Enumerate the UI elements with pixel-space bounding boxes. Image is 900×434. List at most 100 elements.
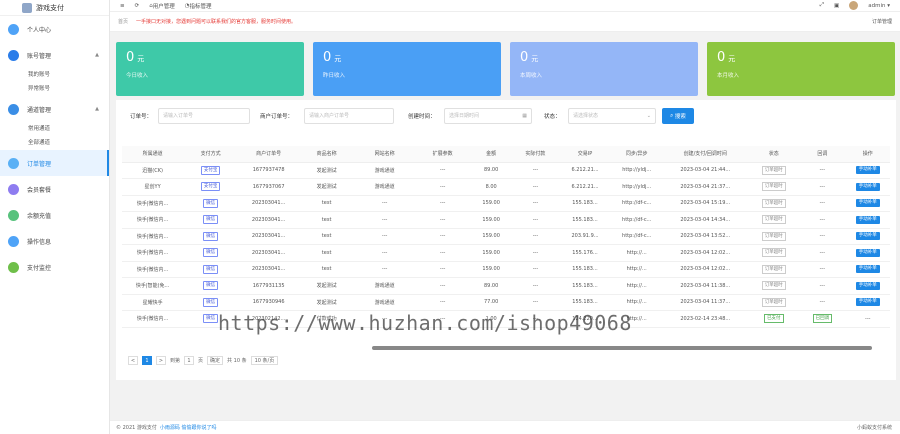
- table-cell: ---: [415, 294, 471, 311]
- cell-text: http://yldj...: [622, 167, 652, 174]
- status-select[interactable]: 请选择状态 ⌄: [568, 108, 656, 124]
- manual-fill-button[interactable]: 手动补单: [855, 232, 880, 241]
- tab-metric-manage[interactable]: ◔ 指标管理: [185, 2, 212, 10]
- sidebar-item-7[interactable]: 支付监控: [0, 254, 109, 280]
- manual-fill-button[interactable]: 手动补单: [855, 298, 880, 307]
- sidebar-item-6[interactable]: 操作信息: [0, 228, 109, 254]
- app-name: 游戏支付: [36, 3, 64, 12]
- table-cell: ---: [799, 294, 846, 311]
- pay-method-tag: 微信: [203, 264, 219, 274]
- table-cell: 订单超时: [748, 195, 800, 212]
- cell-text: http://df-c...: [622, 233, 652, 240]
- table-row: 快手|智能(免... 微信 1677931135 发起测试 游戏通道 --- 89.00 --…: [122, 277, 890, 295]
- user-menu[interactable]: admin ▾: [868, 3, 890, 9]
- sidebar-item-5[interactable]: 余额充值: [0, 202, 109, 228]
- column-header: 网站名称: [354, 146, 416, 163]
- manual-fill-button[interactable]: 手动补单: [855, 248, 880, 257]
- cell-text: test: [321, 249, 332, 256]
- manual-fill-button[interactable]: 手动补单: [855, 166, 880, 175]
- manual-fill-button[interactable]: 手动补单: [855, 265, 880, 274]
- create-time-input[interactable]: 选择日期时间 ▦: [444, 108, 532, 124]
- table-cell: ---: [415, 211, 471, 229]
- table-cell: test: [299, 195, 355, 212]
- manual-fill-button[interactable]: 手动补单: [855, 199, 880, 208]
- cell-text: ---: [819, 282, 826, 289]
- table-cell: test: [299, 261, 355, 278]
- table-cell: 6.212.21...: [558, 162, 612, 179]
- cell-text: 1677937478: [252, 167, 285, 174]
- tab-user-manage[interactable]: ⌂ 用户管理: [149, 2, 175, 10]
- app-logo[interactable]: 游戏支付: [0, 0, 109, 16]
- table-cell: 微信: [183, 261, 239, 278]
- table-cell: ---: [354, 211, 416, 229]
- table-cell: ---: [799, 195, 846, 212]
- table-cell: 202303041...: [238, 261, 300, 278]
- nav-icon: [8, 103, 19, 115]
- table-cell: 微信: [183, 228, 239, 245]
- table-cell: 订单超时: [748, 294, 800, 311]
- sidebar-item-label: 账号管理: [27, 52, 52, 60]
- calendar-icon: ▦: [522, 113, 527, 119]
- table-cell: http://yldj...: [611, 162, 662, 179]
- cell-text: http://yldj...: [622, 183, 652, 190]
- table-cell: 2023-03-04 21:37...: [662, 178, 749, 196]
- total-count: 共 10 条: [227, 357, 247, 364]
- table-cell: 77.00: [470, 294, 513, 311]
- table-cell: http://...: [611, 277, 662, 295]
- status-badge: 订单超时: [761, 231, 786, 241]
- merchant-order-input[interactable]: 请输入商户订单号: [304, 108, 394, 124]
- column-header: 所属通道: [122, 146, 184, 163]
- goto-label: 到第: [170, 357, 181, 364]
- cell-text: ---: [819, 249, 826, 256]
- sidebar-subitem[interactable]: 全部通道: [0, 136, 109, 150]
- footer-link[interactable]: 小雨源码 偷偷跟你说了吗: [160, 424, 217, 431]
- manual-fill-button[interactable]: 手动补单: [855, 182, 880, 191]
- menu-toggle-icon[interactable]: ≡: [120, 3, 125, 9]
- cell-text: 89.00: [483, 167, 499, 174]
- table-cell: 迅猫(CK): [122, 162, 184, 179]
- table-cell: ---: [799, 277, 846, 295]
- search-button[interactable]: ⌕ 搜索: [662, 108, 694, 124]
- prev-page-button[interactable]: <: [128, 355, 138, 365]
- table-cell: 游戏通道: [354, 162, 416, 179]
- table-cell: 155.183...: [558, 211, 612, 229]
- goto-page-input[interactable]: 1: [184, 355, 195, 365]
- table-cell: 2023-03-04 14:34...: [662, 211, 749, 229]
- goto-confirm-button[interactable]: 确定: [207, 355, 224, 365]
- sidebar-subitem[interactable]: 我的账号: [0, 68, 109, 82]
- table-cell: http://...: [611, 261, 662, 278]
- sidebar-item-3[interactable]: 订单管理: [0, 150, 109, 176]
- sidebar-subitem[interactable]: 常用通道: [0, 122, 109, 136]
- next-page-button[interactable]: >: [156, 355, 166, 365]
- cell-text: 155.183...: [572, 282, 598, 289]
- sidebar-item-0[interactable]: 个人中心: [0, 16, 109, 42]
- table-cell: ---: [415, 244, 471, 262]
- cell-text: 快手|智能(免...: [135, 283, 170, 290]
- manual-fill-button[interactable]: 手动补单: [855, 215, 880, 224]
- table-cell: 手动补单: [845, 228, 890, 245]
- sidebar-item-1[interactable]: 账号管理 ▲: [0, 42, 109, 68]
- horizontal-scrollbar[interactable]: [372, 346, 872, 350]
- order-no-input[interactable]: 请输入订单号: [158, 108, 250, 124]
- page-unit-label: 页: [198, 357, 204, 364]
- cell-text: ---: [381, 216, 388, 223]
- table-cell: 已回调: [799, 310, 846, 328]
- table-cell: ---: [415, 228, 471, 245]
- sidebar-item-2[interactable]: 通道管理 ▲: [0, 96, 109, 122]
- breadcrumb-home[interactable]: 首页: [118, 18, 128, 25]
- table-cell: 星耀快手: [122, 294, 184, 311]
- footer-copyright: © 2021 游戏支付: [116, 425, 157, 431]
- page-size-select[interactable]: 10 条/页: [250, 355, 279, 365]
- lock-icon[interactable]: ▣: [834, 3, 839, 9]
- manual-fill-button[interactable]: 手动补单: [855, 281, 880, 290]
- nav-icon: [8, 157, 19, 169]
- fullscreen-icon[interactable]: ⤢: [820, 2, 824, 9]
- page-1-button[interactable]: 1: [142, 355, 152, 365]
- table-cell: test: [299, 228, 355, 245]
- avatar[interactable]: [849, 1, 859, 10]
- sidebar-subitem[interactable]: 异常账号: [0, 82, 109, 96]
- sidebar-item-4[interactable]: 会员套餐: [0, 176, 109, 202]
- refresh-icon[interactable]: ⟳: [135, 3, 140, 9]
- cell-text: 89.00: [483, 282, 499, 289]
- table-cell: 2023-03-04 21:44...: [662, 162, 749, 179]
